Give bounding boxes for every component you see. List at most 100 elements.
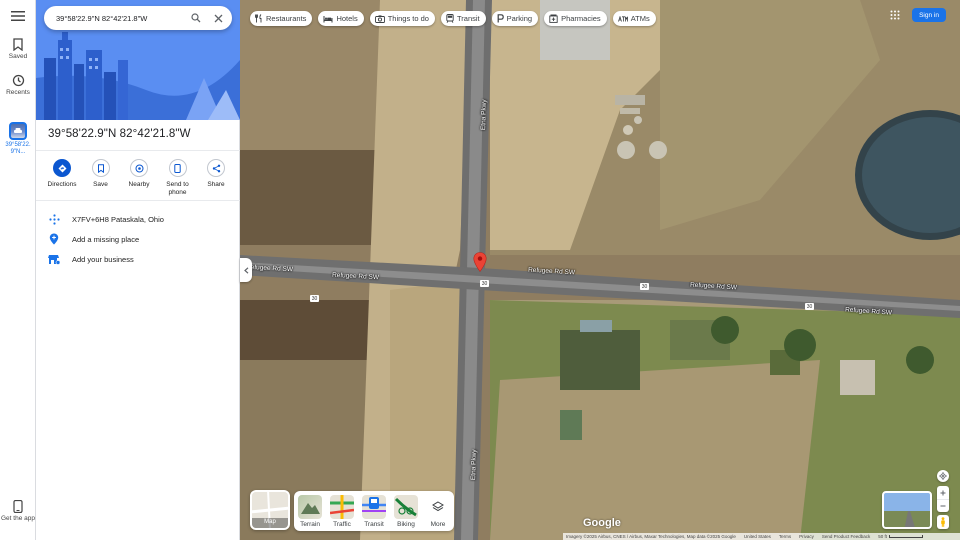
nearby-search-icon (135, 164, 143, 172)
left-rail: Saved Recents 39°58'22.9"N... Get the ap… (0, 0, 36, 540)
place-title: 39°58'22.9"N 82°42'21.8"W (48, 128, 191, 140)
privacy-link[interactable]: Privacy (799, 534, 814, 539)
atm-icon (617, 15, 628, 22)
google-logo: Google (583, 517, 621, 529)
layer-terrain-option[interactable]: Terrain (297, 495, 323, 528)
share-label: Share (207, 181, 225, 188)
history-icon (12, 74, 24, 87)
location-pin-icon[interactable] (473, 252, 487, 272)
pegman-icon (941, 517, 945, 527)
car-icon (14, 128, 22, 133)
plus-code-text: X7FV+6H8 Pataskala, Ohio (72, 214, 164, 224)
save-button[interactable]: Save (83, 157, 119, 197)
apps-grid-icon[interactable] (890, 10, 900, 20)
get-app-label: Get the app (1, 515, 35, 522)
search-button[interactable] (186, 8, 206, 28)
imagery-attribution: Imagery ©2025 Airbus, CNES / Airbus, Max… (566, 534, 736, 539)
street-view-preview[interactable] (882, 491, 932, 529)
plus-icon (940, 490, 946, 495)
layers-icon (432, 501, 444, 512)
pharmacy-icon (549, 14, 558, 23)
minus-icon (940, 505, 946, 507)
clear-search-button[interactable] (208, 8, 228, 28)
close-icon (214, 14, 222, 22)
map-footer: Imagery ©2025 Airbus, CNES / Airbus, Max… (563, 533, 960, 540)
share-button[interactable]: Share (198, 157, 234, 197)
search-box (44, 6, 232, 30)
zoom-in-button[interactable] (937, 486, 949, 499)
search-icon (191, 13, 201, 23)
layer-switcher-label: Map (264, 519, 276, 525)
train-icon (446, 14, 454, 23)
collapse-panel-button[interactable] (240, 258, 252, 282)
nearby-button[interactable]: Nearby (121, 157, 157, 197)
parking-icon (497, 14, 504, 23)
recents-button[interactable]: Recents (0, 74, 36, 97)
saved-button[interactable]: Saved (0, 38, 36, 61)
layer-transit-option[interactable]: Transit (361, 495, 387, 528)
chip-transit[interactable]: Transit (440, 11, 486, 26)
traffic-icon (329, 495, 355, 519)
country-link[interactable]: United States (744, 534, 771, 539)
scale-label: 50 ft (878, 534, 887, 539)
pegman-button[interactable] (937, 515, 949, 529)
route-shield: 30 (310, 295, 319, 302)
plus-code-row[interactable]: X7FV+6H8 Pataskala, Ohio (36, 209, 240, 229)
directions-button[interactable]: Directions (44, 157, 80, 197)
recent-place-label: 39°58'22.9"N... (5, 142, 31, 155)
chip-parking[interactable]: Parking (491, 11, 539, 26)
nearby-label: Nearby (128, 181, 150, 188)
scale-bar[interactable]: 50 ft (878, 534, 923, 539)
save-label: Save (93, 181, 108, 188)
get-app-button[interactable]: Get the app (0, 500, 36, 523)
add-missing-place-text: Add a missing place (72, 234, 140, 244)
route-shield: 30 (805, 303, 814, 310)
divider (36, 150, 240, 151)
divider (36, 200, 240, 201)
send-to-phone-button[interactable]: Send to phone (160, 157, 196, 197)
recent-place-thumbnail (9, 122, 27, 140)
chip-hotels[interactable]: Hotels (318, 11, 364, 26)
directions-label: Directions (47, 181, 77, 188)
street-view-thumbnail (884, 493, 930, 527)
category-chips: Restaurants Hotels Things to do Transit … (250, 11, 656, 26)
layer-more-option[interactable]: More (425, 495, 451, 528)
search-input[interactable] (56, 13, 184, 23)
feedback-link[interactable]: Send Product Feedback (822, 534, 870, 539)
my-location-button[interactable] (937, 470, 949, 482)
terms-link[interactable]: Terms (779, 534, 791, 539)
sign-in-button[interactable]: Sign in (912, 8, 946, 22)
chip-atms[interactable]: ATMs (612, 11, 656, 26)
menu-button[interactable] (0, 10, 36, 24)
send-to-phone-label: Send to phone (166, 181, 189, 196)
zoom-out-button[interactable] (937, 499, 949, 512)
chevron-left-icon (243, 266, 248, 274)
layer-biking-option[interactable]: Biking (393, 495, 419, 528)
recent-place-item[interactable]: 39°58'22.9"N... (0, 122, 36, 156)
layer-options-panel: Terrain Traffic Transit Biking More (294, 491, 454, 531)
directions-icon (58, 164, 66, 172)
chip-restaurants[interactable]: Restaurants (250, 11, 313, 26)
phone-icon (174, 163, 181, 173)
layer-traffic-option[interactable]: Traffic (329, 495, 355, 528)
chip-things-to-do[interactable]: Things to do (369, 11, 435, 26)
share-icon (212, 164, 220, 172)
street-label: Etna Pkwy (470, 449, 479, 481)
terrain-icon (301, 503, 320, 514)
phone-icon (13, 500, 23, 513)
place-panel: 39°58'22.9"N 82°42'21.8"W Directions Sav… (36, 0, 240, 540)
add-missing-place-row[interactable]: Add a missing place (36, 229, 240, 249)
recents-label: Recents (6, 89, 30, 96)
bed-icon (323, 15, 333, 22)
satellite-map[interactable]: Etna Pkwy Refugee Rd SW Refugee Rd SW Re… (240, 0, 960, 540)
add-business-text: Add your business (72, 254, 134, 264)
transit-icon (362, 497, 386, 512)
layer-switcher-button[interactable]: Map (250, 490, 290, 530)
street-label: Etna Pkwy (480, 99, 489, 131)
my-location-icon (939, 472, 947, 480)
chip-pharmacies[interactable]: Pharmacies (544, 11, 607, 26)
bike-icon (394, 497, 417, 517)
add-location-icon (49, 233, 59, 245)
add-business-row[interactable]: Add your business (36, 249, 240, 269)
zoom-controls (937, 486, 949, 512)
